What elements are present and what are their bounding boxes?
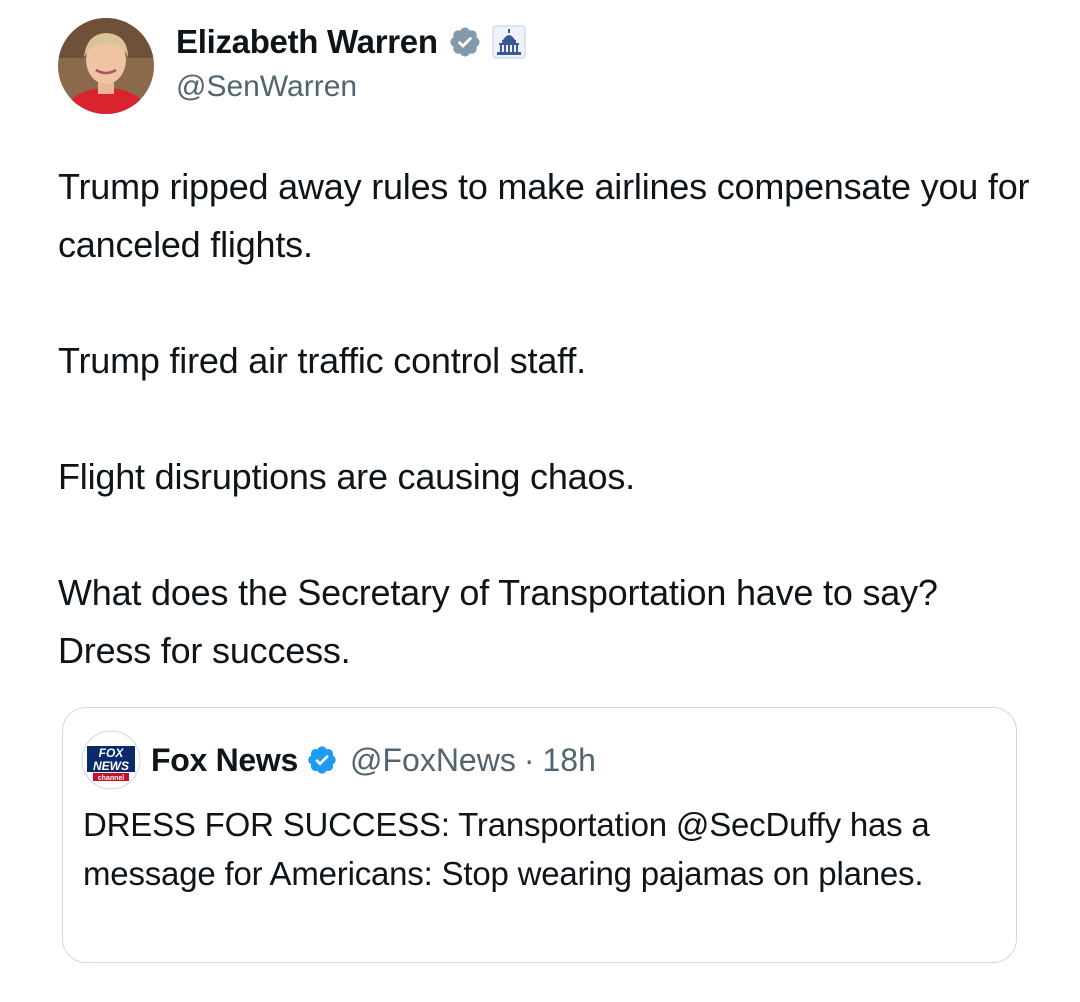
tweet-paragraph: What does the Secretary of Transportatio…: [58, 572, 938, 671]
tweet-text: Trump ripped away rules to make airlines…: [58, 158, 1038, 680]
tweet-paragraph: Flight disruptions are causing chaos.: [58, 456, 635, 497]
author-avatar[interactable]: [58, 18, 154, 114]
author-name[interactable]: Elizabeth Warren: [176, 23, 438, 61]
tweet-paragraph: Trump fired air traffic control staff.: [58, 340, 586, 381]
quoted-tweet-text: DRESS FOR SUCCESS: Transportation @SecDu…: [83, 806, 930, 892]
logo-text-news: NEWS: [93, 759, 129, 773]
quoted-tweet-header: FOX NEWS channel Fox News @FoxNews · 18h: [81, 730, 596, 790]
verified-badge-icon[interactable]: [448, 25, 482, 59]
verified-badge-icon[interactable]: [306, 744, 338, 776]
quoted-tweet-card[interactable]: FOX NEWS channel Fox News @FoxNews · 18h…: [62, 707, 1017, 963]
author-handle[interactable]: @SenWarren: [176, 70, 357, 104]
logo-text-fox: FOX: [99, 746, 125, 760]
tweet-paragraph: Trump ripped away rules to make airlines…: [58, 166, 1030, 265]
us-capitol-badge-icon[interactable]: [492, 25, 526, 59]
quoted-author-name[interactable]: Fox News: [151, 742, 298, 779]
separator-dot: ·: [523, 741, 535, 778]
quoted-author-handle[interactable]: @FoxNews: [350, 742, 516, 779]
profile-photo-icon: [58, 18, 154, 114]
tweet: Elizabeth Warren @SenWarren Trump ripped…: [0, 0, 1080, 1002]
logo-text-channel: channel: [98, 775, 125, 782]
author-name-row: Elizabeth Warren: [176, 20, 526, 64]
fox-news-logo-icon[interactable]: FOX NEWS channel: [81, 730, 141, 790]
quoted-timestamp[interactable]: 18h: [542, 742, 595, 779]
